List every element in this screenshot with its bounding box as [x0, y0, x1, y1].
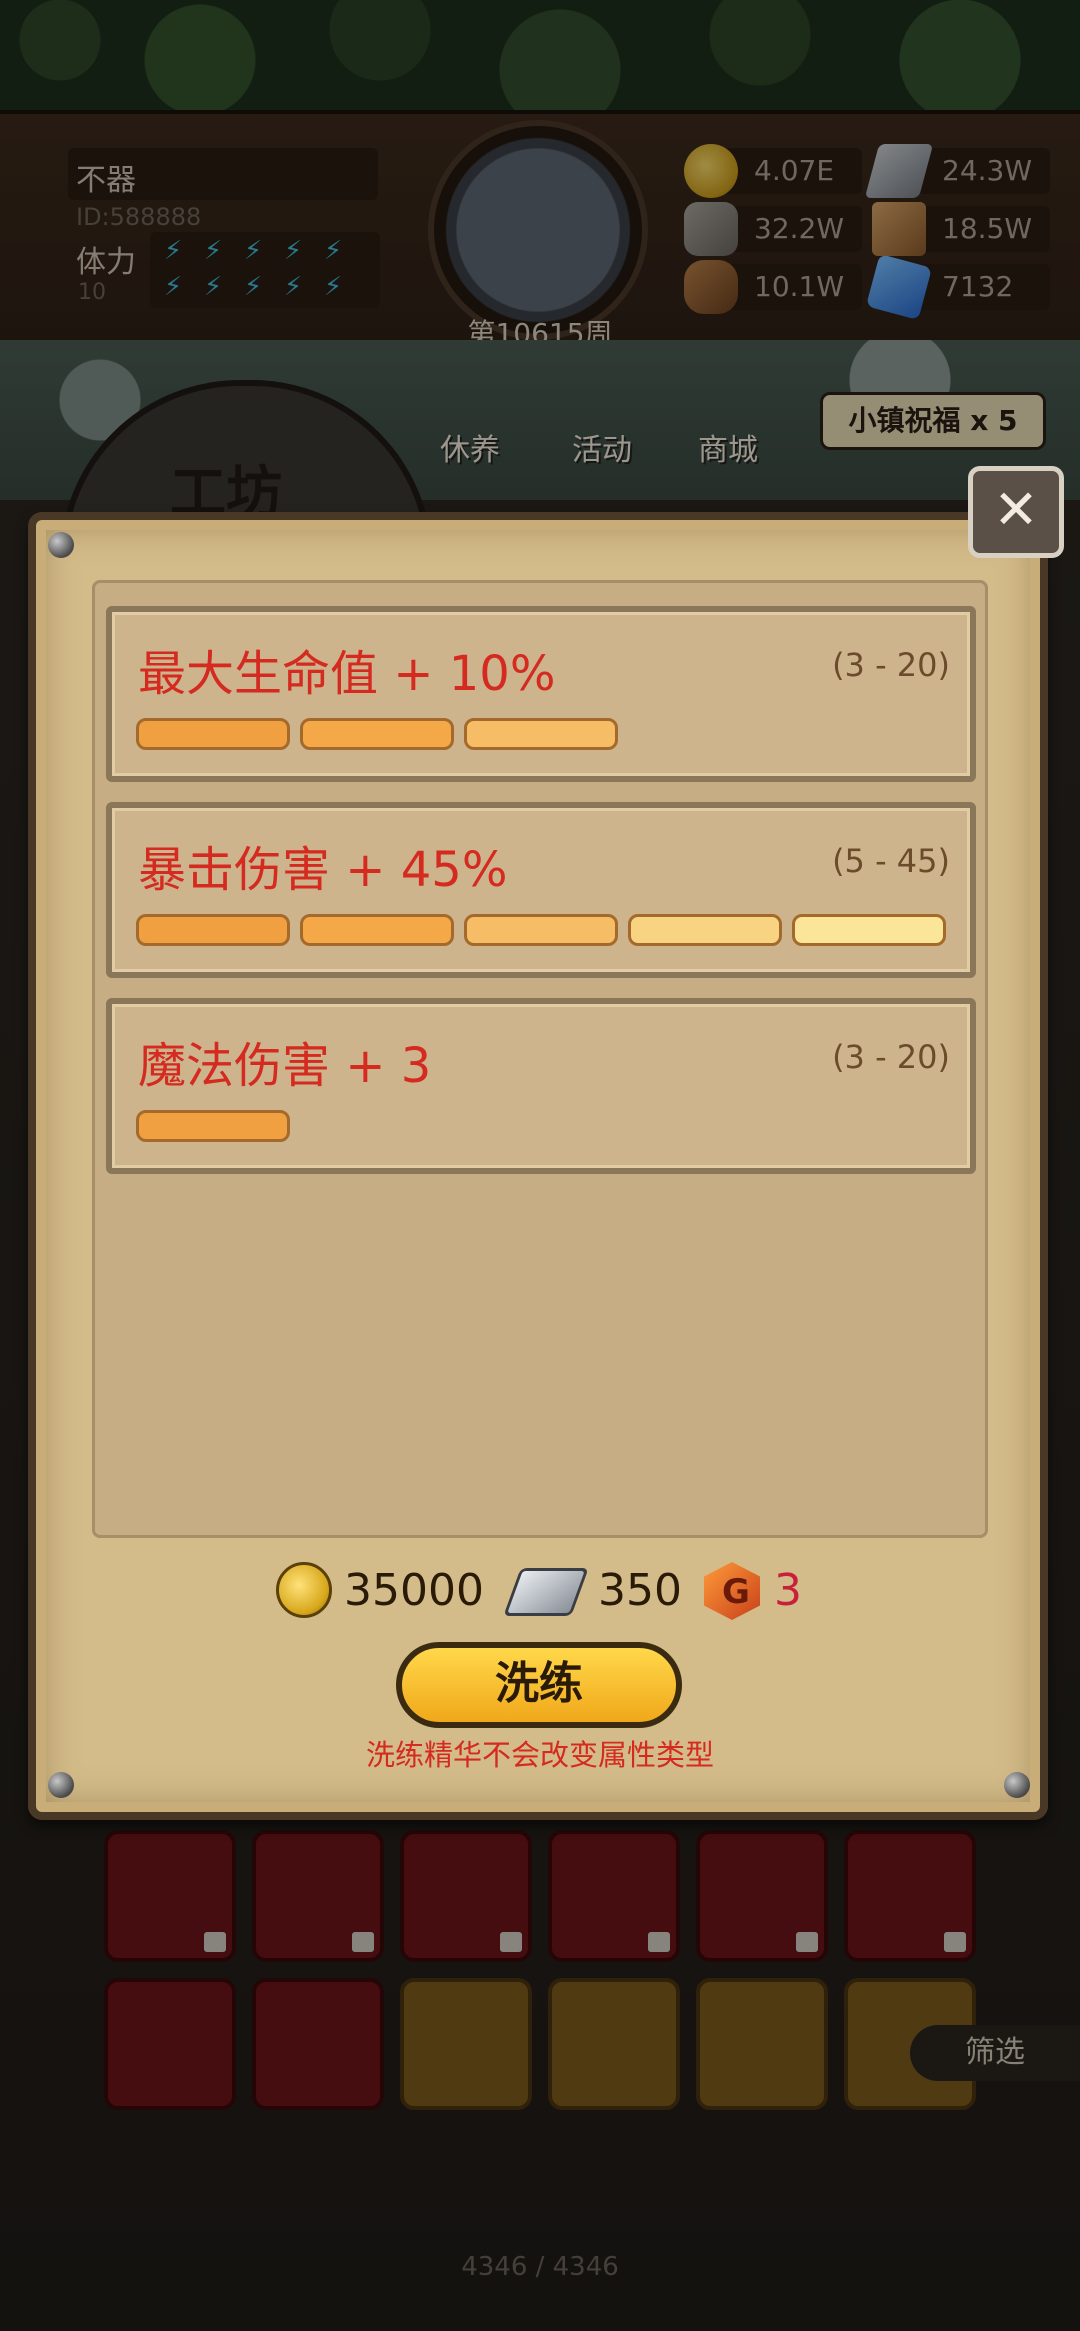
level-bar [628, 914, 782, 946]
level-bar [136, 914, 290, 946]
gold-cost: 35000 [344, 1565, 484, 1616]
level-bar [136, 1110, 290, 1142]
level-bar [464, 718, 618, 750]
attribute-range: (5 - 45) [832, 842, 950, 880]
attribute-name: 暴击伤害 + 45% [138, 842, 508, 898]
rivet-icon [48, 1772, 74, 1798]
attribute-card: 魔法伤害 + 3 (3 - 20) [106, 998, 976, 1174]
essence-cost: 3 [774, 1565, 802, 1616]
refine-button[interactable]: 洗练 [396, 1642, 682, 1728]
attribute-card: 暴击伤害 + 45% (5 - 45) [106, 802, 976, 978]
level-bar [792, 914, 946, 946]
attribute-range: (3 - 20) [832, 1038, 950, 1076]
attribute-level-bars [136, 1110, 290, 1142]
attribute-range: (3 - 20) [832, 646, 950, 684]
attribute-level-bars [136, 718, 618, 750]
rivet-icon [1004, 1772, 1030, 1798]
gold-coin-icon [276, 1562, 332, 1618]
essence-gem-glyph: G [722, 1572, 750, 1612]
attribute-name: 最大生命值 + 10% [138, 646, 556, 702]
attribute-name: 魔法伤害 + 3 [138, 1038, 432, 1094]
level-bar [300, 718, 454, 750]
attribute-card: 最大生命值 + 10% (3 - 20) [106, 606, 976, 782]
refine-note: 洗练精华不会改变属性类型 [365, 1738, 714, 1772]
level-bar [464, 914, 618, 946]
level-bar [300, 914, 454, 946]
close-button[interactable]: ✕ [968, 466, 1064, 558]
iron-cost: 350 [598, 1565, 682, 1616]
close-icon: ✕ [993, 478, 1039, 541]
rivet-icon [48, 532, 74, 558]
attribute-level-bars [136, 914, 946, 946]
level-bar [136, 718, 290, 750]
